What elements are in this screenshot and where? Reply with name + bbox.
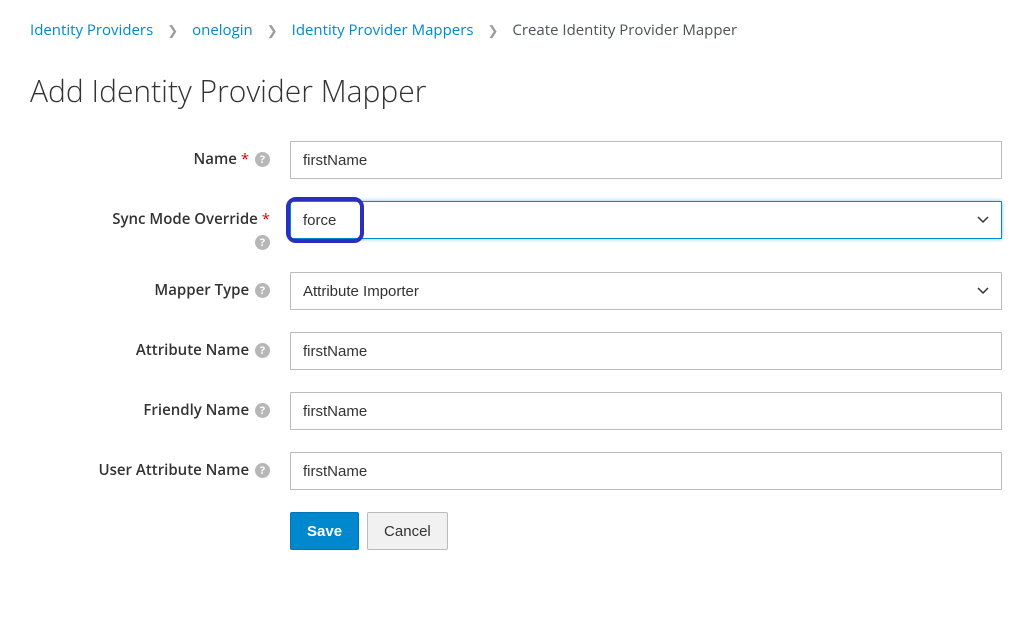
chevron-right-icon: ❯ — [167, 21, 178, 39]
breadcrumb-link-mappers[interactable]: Identity Provider Mappers — [292, 20, 474, 40]
help-icon[interactable]: ? — [255, 403, 270, 418]
breadcrumb: Identity Providers ❯ onelogin ❯ Identity… — [30, 20, 1002, 40]
page-title: Add Identity Provider Mapper — [30, 70, 1002, 111]
label-name-text: Name — [194, 149, 237, 169]
label-friendly-name: Friendly Name ? — [30, 392, 290, 420]
cancel-button[interactable]: Cancel — [367, 512, 448, 550]
required-asterisk: * — [262, 209, 270, 229]
label-friendly-name-text: Friendly Name — [143, 400, 249, 420]
label-name: Name * ? — [30, 141, 290, 169]
row-sync-mode: Sync Mode Override * ? force — [30, 201, 1002, 250]
save-button[interactable]: Save — [290, 512, 359, 550]
chevron-right-icon: ❯ — [267, 21, 278, 39]
label-user-attribute-name: User Attribute Name ? — [30, 452, 290, 480]
row-mapper-type: Mapper Type ? Attribute Importer — [30, 272, 1002, 310]
label-attribute-name-text: Attribute Name — [136, 340, 249, 360]
label-user-attribute-name-text: User Attribute Name — [98, 460, 249, 480]
mapper-form: Name * ? Sync Mode Override * ? force — [30, 141, 1002, 550]
required-asterisk: * — [241, 149, 249, 169]
row-friendly-name: Friendly Name ? — [30, 392, 1002, 430]
help-icon[interactable]: ? — [255, 152, 270, 167]
mapper-type-select[interactable]: Attribute Importer — [290, 272, 1002, 310]
breadcrumb-link-onelogin[interactable]: onelogin — [192, 20, 253, 40]
friendly-name-input[interactable] — [290, 392, 1002, 430]
row-attribute-name: Attribute Name ? — [30, 332, 1002, 370]
help-icon[interactable]: ? — [255, 283, 270, 298]
help-icon[interactable]: ? — [255, 343, 270, 358]
label-sync-mode: Sync Mode Override * ? — [30, 201, 290, 250]
sync-mode-select[interactable]: force — [290, 201, 1002, 239]
label-sync-mode-text: Sync Mode Override — [112, 209, 258, 229]
attribute-name-input[interactable] — [290, 332, 1002, 370]
help-icon[interactable]: ? — [255, 235, 270, 250]
label-attribute-name: Attribute Name ? — [30, 332, 290, 360]
chevron-right-icon: ❯ — [487, 21, 498, 39]
name-input[interactable] — [290, 141, 1002, 179]
breadcrumb-link-identity-providers[interactable]: Identity Providers — [30, 20, 153, 40]
label-mapper-type: Mapper Type ? — [30, 272, 290, 300]
help-icon[interactable]: ? — [255, 463, 270, 478]
row-name: Name * ? — [30, 141, 1002, 179]
breadcrumb-current: Create Identity Provider Mapper — [512, 20, 737, 40]
label-mapper-type-text: Mapper Type — [154, 280, 249, 300]
button-row: Save Cancel — [30, 512, 1002, 550]
user-attribute-name-input[interactable] — [290, 452, 1002, 490]
row-user-attribute-name: User Attribute Name ? — [30, 452, 1002, 490]
